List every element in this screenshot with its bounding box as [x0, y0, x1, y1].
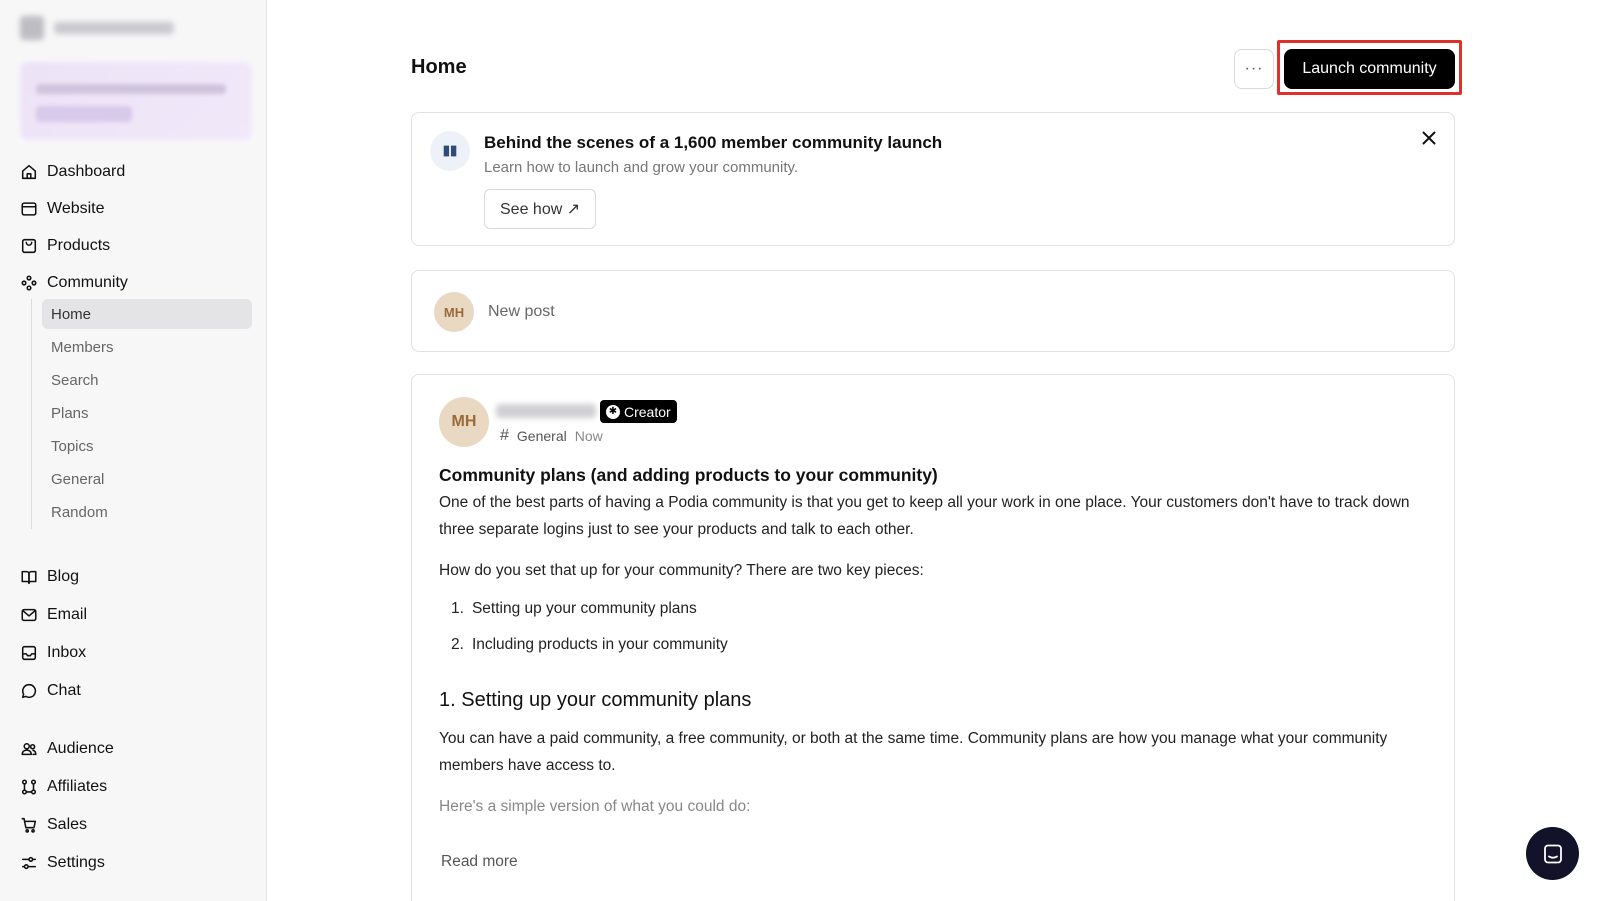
nav-dashboard-label: Dashboard [47, 163, 126, 180]
affiliates-icon [20, 778, 38, 796]
browser-icon [20, 200, 38, 218]
nav-chat[interactable]: Chat [20, 677, 250, 705]
close-icon[interactable] [1418, 127, 1440, 149]
sidebar: Dashboard Website Products Community Hom… [0, 0, 267, 901]
more-options-button[interactable]: ··· [1234, 49, 1274, 89]
post-topic[interactable]: General [517, 428, 567, 444]
chat-widget-icon [1543, 844, 1562, 863]
list-item: 1. Setting up your community plans [451, 600, 728, 636]
nav-email-label: Email [47, 606, 88, 623]
nav-settings-label: Settings [47, 854, 105, 871]
nav-products-label: Products [47, 237, 111, 254]
nav-inbox[interactable]: Inbox [20, 639, 250, 667]
see-how-button[interactable]: See how ↗ [484, 189, 597, 229]
community-post: MH ✱ Creator # General Now Community pla… [411, 374, 1455, 901]
nav-community-label: Community [47, 274, 128, 291]
mail-icon [20, 606, 38, 624]
subnav-members[interactable]: Members [42, 332, 252, 362]
account-switcher[interactable] [20, 14, 180, 42]
banner-title: Behind the scenes of a 1,600 member comm… [484, 133, 943, 152]
launch-community-button[interactable]: Launch community [1284, 49, 1455, 89]
author-name[interactable] [496, 404, 596, 418]
star-icon: ✱ [606, 404, 620, 419]
read-more-link[interactable]: Read more [441, 853, 518, 871]
post-list: 1. Setting up your community plans 2. Incl… [451, 600, 728, 672]
list-item: 2. Including products in your community [451, 636, 728, 672]
users-icon [20, 740, 38, 758]
creator-badge-label: Creator [624, 403, 671, 420]
list-text: Including products in your community [471, 636, 728, 653]
subnav-plans[interactable]: Plans [42, 398, 252, 428]
nav-sales[interactable]: Sales [20, 811, 250, 839]
community-subnav: Home Members Search Plans Topics General… [31, 299, 253, 529]
community-icon [20, 274, 38, 292]
launch-guide-banner: Behind the scenes of a 1,600 member comm… [411, 112, 1455, 246]
list-number: 1. [451, 600, 464, 617]
home-icon [20, 163, 38, 181]
nav-email[interactable]: Email [20, 601, 250, 629]
post-paragraph: One of the best parts of having a Podia … [439, 494, 1410, 538]
nav-audience-label: Audience [47, 740, 114, 757]
nav-sales-label: Sales [47, 816, 88, 833]
subnav-topics[interactable]: Topics [42, 431, 252, 461]
support-chat-button[interactable] [1526, 827, 1579, 880]
nav-affiliates-label: Affiliates [47, 778, 108, 795]
book-icon [20, 568, 38, 586]
subnav-general[interactable]: General [42, 464, 252, 494]
author-avatar: MH [439, 397, 489, 447]
inbox-icon [20, 644, 38, 662]
nav-inbox-label: Inbox [47, 644, 87, 661]
cart-icon [20, 816, 38, 834]
nav-products[interactable]: Products [20, 232, 250, 260]
post-time: Now [574, 428, 603, 444]
nav-website[interactable]: Website [20, 195, 250, 223]
promo-card[interactable] [20, 62, 252, 140]
post-paragraph: You can have a paid community, a free co… [439, 730, 1388, 774]
nav-website-label: Website [47, 200, 105, 217]
nav-blog[interactable]: Blog [20, 563, 250, 591]
nav-audience[interactable]: Audience [20, 735, 250, 763]
post-paragraph-faded: Here's a simple version of what you coul… [439, 798, 751, 815]
nav-dashboard[interactable]: Dashboard [20, 158, 250, 186]
new-post-composer[interactable]: MH New post [411, 270, 1455, 352]
account-name [54, 22, 174, 34]
avatar: MH [434, 292, 474, 332]
subnav-search[interactable]: Search [42, 365, 252, 395]
nav-settings[interactable]: Settings [20, 849, 250, 877]
page-title: Home [411, 56, 467, 78]
book-icon [430, 131, 470, 171]
list-text: Setting up your community plans [471, 600, 697, 617]
list-number: 2. [451, 636, 464, 653]
banner-subtitle: Learn how to launch and grow your commun… [484, 159, 799, 176]
subnav-random[interactable]: Random [42, 497, 252, 527]
creator-badge: ✱ Creator [600, 400, 677, 423]
account-logo [20, 16, 44, 40]
nav-community[interactable]: Community [20, 269, 250, 297]
chat-bubble-icon [20, 682, 38, 700]
post-heading: 1. Setting up your community plans [439, 689, 752, 711]
promo-button [36, 106, 132, 122]
sliders-icon [20, 854, 38, 872]
post-title: Community plans (and adding products to … [439, 465, 938, 485]
hashtag-icon: # [500, 427, 509, 444]
nav-blog-label: Blog [47, 568, 80, 585]
post-paragraph: How do you set that up for your communit… [439, 562, 924, 579]
promo-text [36, 84, 226, 94]
subnav-home[interactable]: Home [42, 299, 252, 329]
post-meta: # General Now [500, 427, 603, 445]
new-post-placeholder: New post [488, 303, 555, 320]
bag-icon [20, 237, 38, 255]
nav-chat-label: Chat [47, 682, 81, 699]
nav-affiliates[interactable]: Affiliates [20, 773, 250, 801]
